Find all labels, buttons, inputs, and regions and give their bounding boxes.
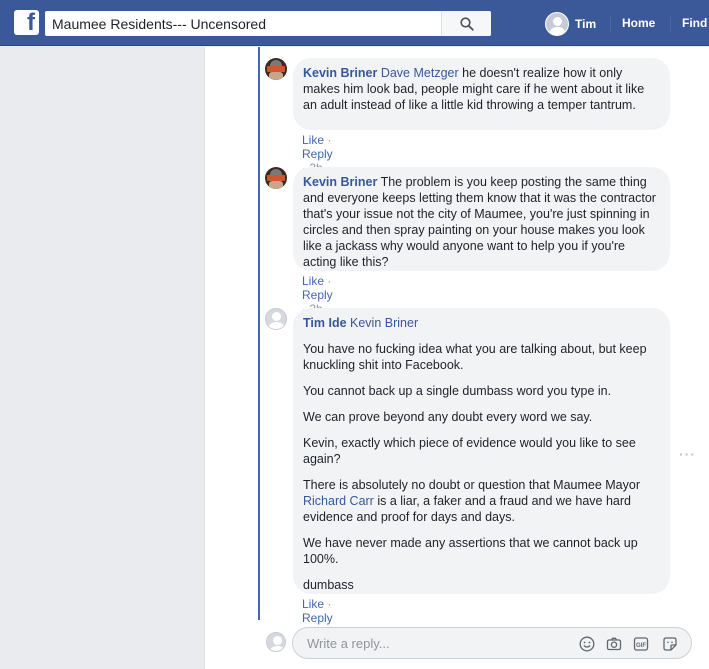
- comment-paragraph: dumbass: [303, 578, 354, 592]
- mention-link[interactable]: Dave Metzger: [381, 66, 459, 80]
- like-link[interactable]: Like: [302, 597, 324, 611]
- commenter-avatar[interactable]: [265, 167, 287, 189]
- nav-divider: [670, 15, 671, 32]
- mention-link[interactable]: Richard Carr: [303, 494, 374, 508]
- nav-divider: [610, 15, 611, 32]
- reply-input[interactable]: [305, 628, 575, 658]
- commenter-avatar[interactable]: [265, 308, 287, 330]
- like-link[interactable]: Like: [302, 133, 324, 147]
- more-options-icon[interactable]: ···: [679, 446, 696, 462]
- comment-text: There is absolutely no doubt or question…: [303, 478, 640, 492]
- camera-icon[interactable]: [605, 635, 622, 652]
- nav-home-link[interactable]: Home: [622, 16, 655, 30]
- commenter-avatar[interactable]: [265, 58, 287, 80]
- sticker-icon[interactable]: [661, 635, 678, 652]
- comment-paragraph: You cannot back up a single dumbass word…: [303, 384, 612, 398]
- reply-link[interactable]: Reply: [302, 288, 333, 302]
- comment-paragraph: There is absolutely no doubt or question…: [303, 477, 658, 525]
- comment-author-link[interactable]: Kevin Briner: [303, 175, 377, 189]
- comment-author-link[interactable]: Kevin Briner: [303, 66, 377, 80]
- profile-link[interactable]: Tim: [545, 11, 596, 36]
- facebook-logo-icon[interactable]: f: [14, 10, 39, 35]
- search-bar[interactable]: [45, 11, 491, 36]
- search-icon: [459, 16, 474, 31]
- like-link[interactable]: Like: [302, 274, 324, 288]
- comment-paragraph: We can prove beyond any doubt every word…: [303, 410, 593, 424]
- nav-find-friends-link[interactable]: Find: [682, 16, 707, 30]
- profile-avatar: [545, 11, 569, 36]
- top-navigation-bar: f Tim Home Find: [0, 0, 709, 46]
- comment-paragraph: You have no fucking idea what you are ta…: [303, 342, 647, 372]
- comment-text: The problem is you keep posting the same…: [303, 175, 656, 269]
- comment-bubble: Kevin Briner Dave Metzger he doesn't rea…: [293, 58, 670, 130]
- search-button[interactable]: [441, 11, 491, 36]
- comment-author-link[interactable]: Tim Ide: [303, 316, 347, 330]
- reply-composer[interactable]: GIF: [292, 627, 692, 659]
- profile-name: Tim: [575, 16, 597, 31]
- comment-bubble: Tim Ide Kevin Briner You have no fucking…: [293, 308, 670, 594]
- reply-avatar: [266, 632, 286, 652]
- gif-icon[interactable]: GIF: [632, 635, 649, 652]
- comment-bubble: Kevin Briner The problem is you keep pos…: [293, 167, 670, 271]
- thread-indicator-line: [258, 47, 260, 620]
- comment-paragraph: We have never made any assertions that w…: [303, 536, 638, 566]
- search-input[interactable]: [45, 11, 445, 36]
- reply-link[interactable]: Reply: [302, 611, 333, 625]
- svg-text:GIF: GIF: [636, 642, 646, 648]
- reply-link[interactable]: Reply: [302, 147, 333, 161]
- comment-paragraph: Kevin, exactly which piece of evidence w…: [303, 436, 636, 466]
- left-pane: [0, 47, 204, 669]
- smiley-icon[interactable]: [578, 635, 595, 652]
- mention-link[interactable]: Kevin Briner: [350, 316, 418, 330]
